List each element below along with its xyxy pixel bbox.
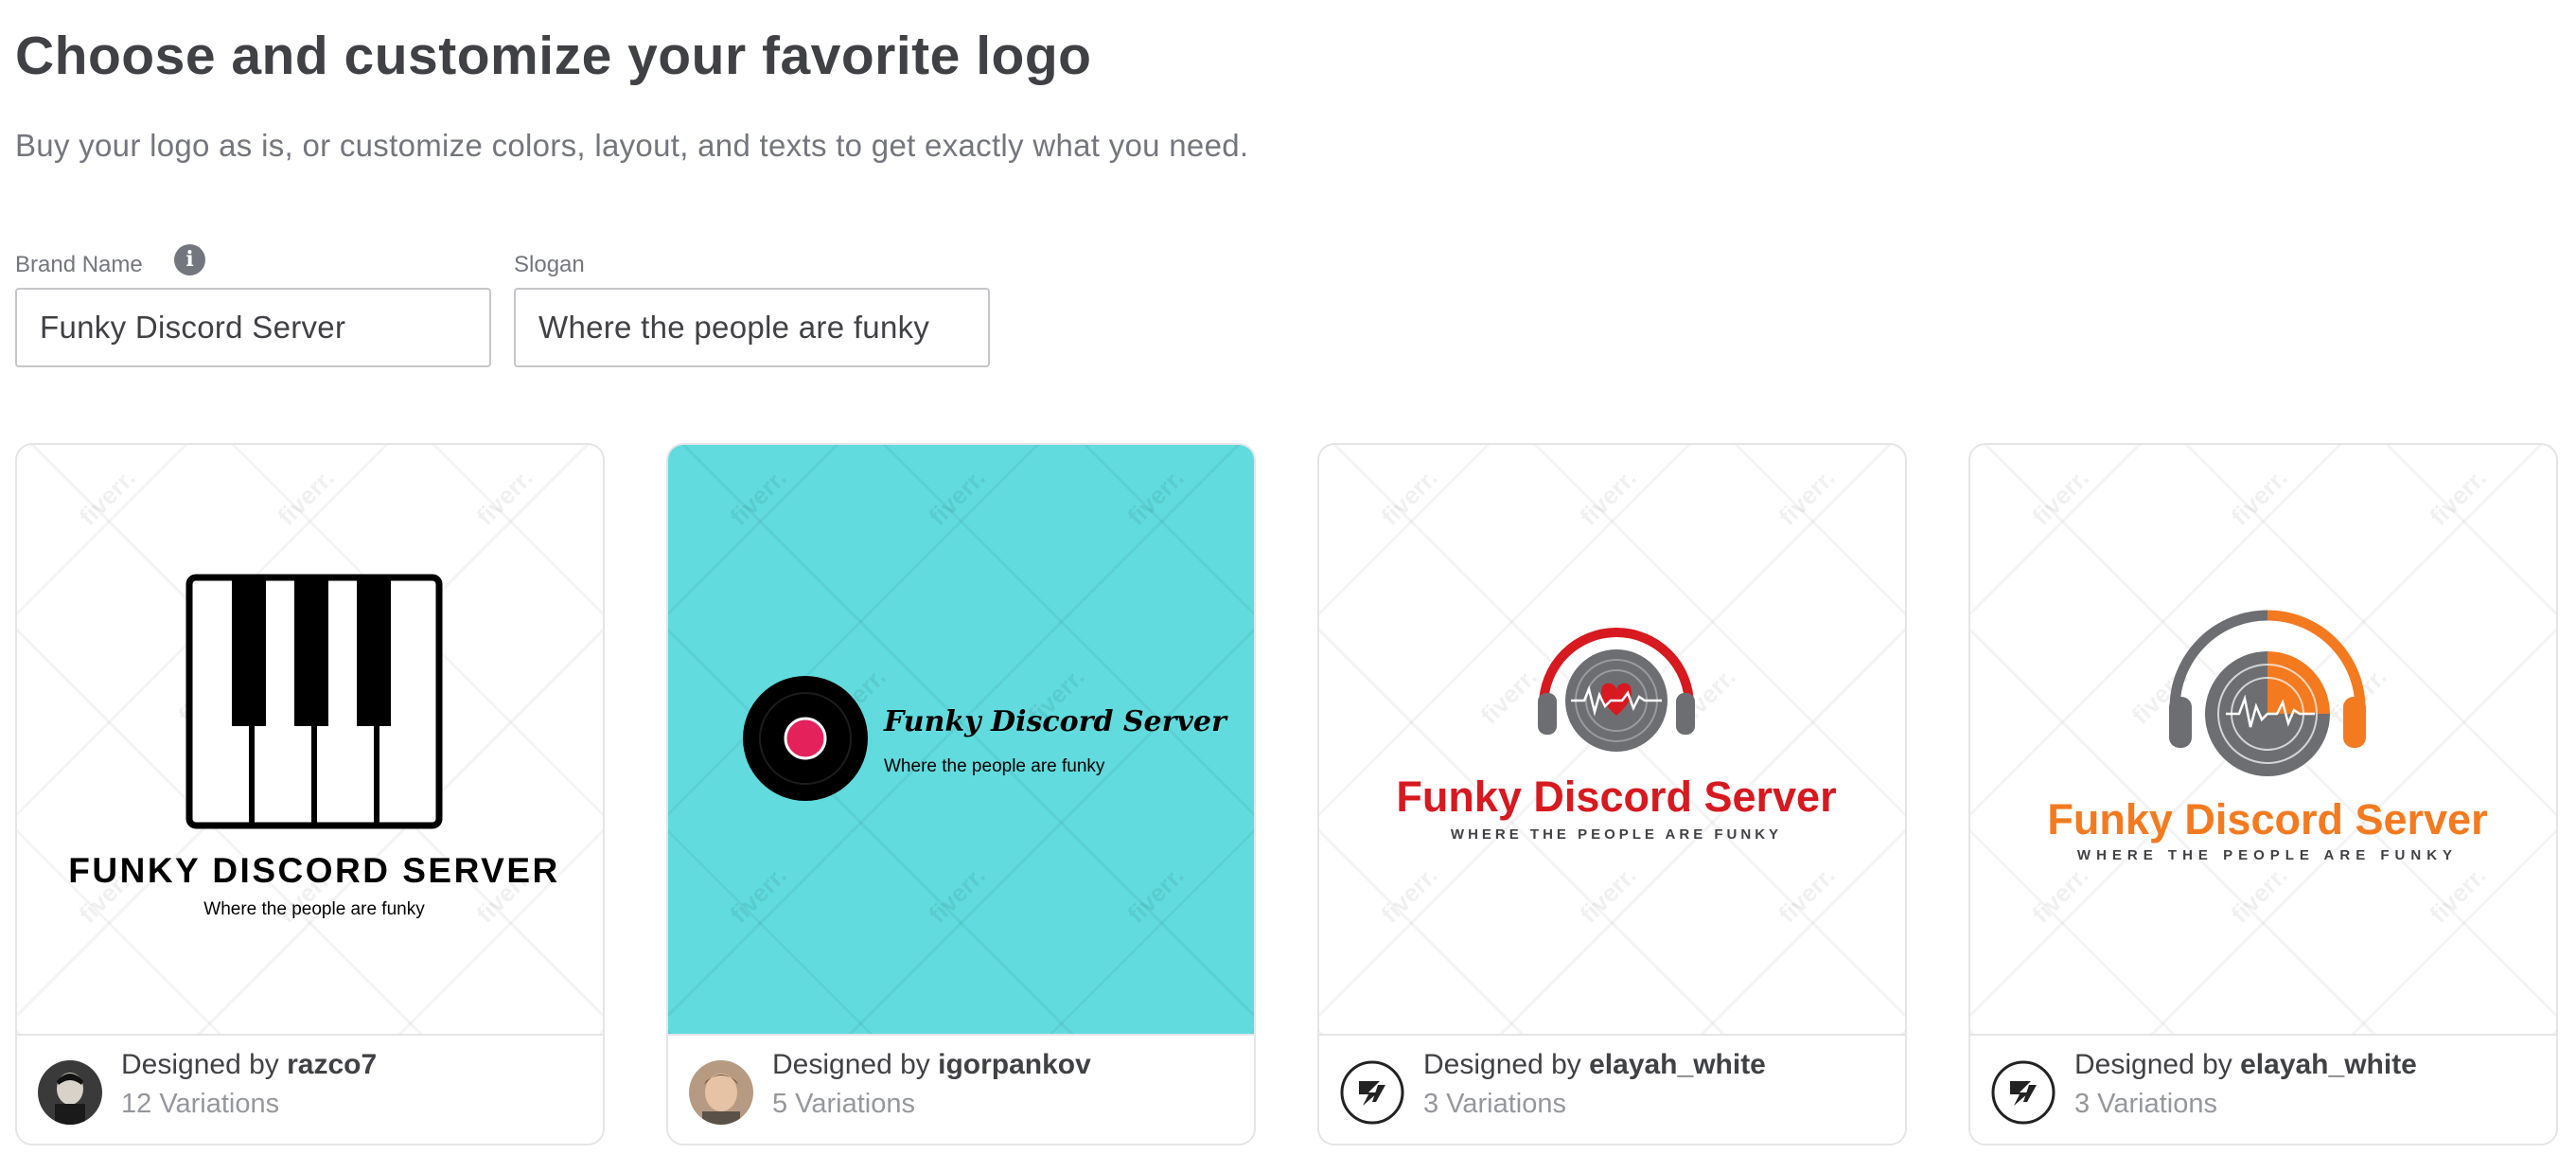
logo-preview[interactable]: fiverr. fiverr. fiverr. fiverr. fiverr. fiver… <box>1319 445 1905 1034</box>
designed-by-label: Designed by <box>1423 1049 1590 1080</box>
variations-count: 3 Variations <box>2074 1089 2217 1119</box>
designer-avatar[interactable] <box>1991 1060 2056 1125</box>
brand-name-input[interactable] <box>15 288 491 367</box>
headphones-logo: Funky Discord Server WHERE THE PEOPLE AR… <box>2047 610 2488 863</box>
logo-title: FUNKY DISCORD SERVER <box>68 851 559 890</box>
info-icon[interactable]: i <box>174 244 205 275</box>
logo-title: Funky Discord Server <box>1396 772 1836 821</box>
logo-slogan: WHERE THE PEOPLE ARE FUNKY <box>1451 826 1782 843</box>
slogan-input[interactable] <box>514 288 990 367</box>
card-footer: Designed by igorpankov 5 Variations <box>668 1034 1254 1144</box>
designer-avatar[interactable] <box>38 1060 102 1125</box>
headphones-logo: Funky Discord Server WHERE THE PEOPLE AR… <box>1396 628 1837 843</box>
logo-title: Funky Discord Server <box>883 705 1228 738</box>
designer-avatar[interactable] <box>1340 1060 1404 1125</box>
logo-preview[interactable]: fiverr. fiverr. fiverr. fiverr. fiverr. fiver… <box>1970 445 2556 1034</box>
variations-count: 12 Variations <box>121 1089 280 1119</box>
page-title: Choose and customize your favorite logo <box>15 26 1092 86</box>
variations-count: 3 Variations <box>1423 1089 1566 1119</box>
card-footer: Designed by elayah_white 3 Variations <box>1319 1034 1905 1144</box>
logo-card[interactable]: fiverr. fiverr. fiverr. fiverr. fiverr. fiver… <box>1968 443 2558 1145</box>
designer-avatar[interactable] <box>689 1060 753 1125</box>
slogan-label: Slogan <box>514 252 585 277</box>
page-subtitle: Buy your logo as is, or customize colors… <box>15 128 1249 163</box>
logo-card[interactable]: fiverr. fiverr. fiverr. fiverr. fiverr. fiver… <box>15 443 605 1145</box>
designed-by-label: Designed by <box>121 1049 288 1080</box>
logo-preview[interactable]: fiverr. fiverr. fiverr. fiverr. fiverr. fiver… <box>668 445 1254 1034</box>
vinyl-record-logo: Funky Discord Server Where the people ar… <box>743 676 1228 801</box>
piano-logo: FUNKY DISCORD SERVER Where the people ar… <box>68 574 559 919</box>
logo-preview[interactable]: fiverr. fiverr. fiverr. fiverr. fiverr. fiver… <box>17 445 603 1034</box>
logo-slogan: WHERE THE PEOPLE ARE FUNKY <box>2077 847 2458 863</box>
logo-slogan: Where the people are funky <box>884 756 1105 776</box>
designer-name[interactable]: razco7 <box>287 1049 377 1080</box>
logo-title: Funky Discord Server <box>2047 795 2487 843</box>
logo-card[interactable]: fiverr. fiverr. fiverr. fiverr. fiverr. fiver… <box>1317 443 1907 1145</box>
card-footer: Designed by elayah_white 3 Variations <box>1970 1034 2556 1144</box>
designed-by-label: Designed by <box>2074 1049 2241 1080</box>
logo-card[interactable]: fiverr. fiverr. fiverr. fiverr. fiverr. fiver… <box>666 443 1256 1145</box>
designer-name[interactable]: elayah_white <box>2240 1049 2417 1080</box>
designer-name[interactable]: igorpankov <box>938 1049 1091 1080</box>
designer-name[interactable]: elayah_white <box>1589 1049 1766 1080</box>
brand-name-label: Brand Name <box>15 252 143 277</box>
card-footer: Designed by razco7 12 Variations <box>17 1034 603 1144</box>
designed-by-label: Designed by <box>772 1049 939 1080</box>
logo-slogan: Where the people are funky <box>203 899 425 919</box>
variations-count: 5 Variations <box>772 1089 915 1119</box>
